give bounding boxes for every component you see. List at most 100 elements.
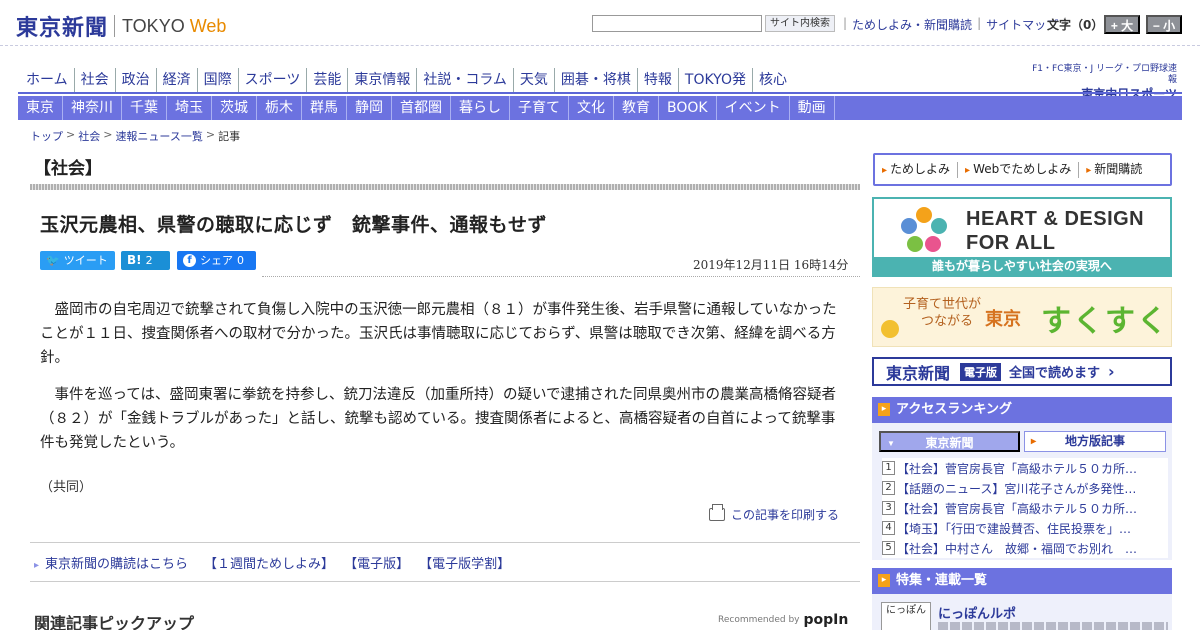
logo-divider [114,15,116,37]
chunichi-sports-banner[interactable]: F1・FC東京・J リーグ・プロ野球速報 東京中日スポーツ [1025,64,1177,101]
region-ibaraki[interactable]: 茨城 [212,96,257,120]
region-shizuoka[interactable]: 静岡 [347,96,392,120]
ranking-item[interactable]: 1 【社会】菅官房長官「高級ホテル５０カ所… [882,458,1168,478]
related-articles-title: 関連記事ピックアップ [34,614,195,630]
rank-title: 【社会】菅官房長官「高級ホテル５０カ所… [897,501,1138,516]
tokyo-sukusuku-banner[interactable]: 子育て世代が つながる 東京 すくすく [872,287,1172,347]
digital-edition-link[interactable]: 【電子版】 [344,553,409,572]
print-label: この記事を印刷する [731,508,840,522]
nav-economy[interactable]: 経済 [157,68,198,92]
region-saitama[interactable]: 埼玉 [167,96,212,120]
trial-subscribe-link[interactable]: ためしよみ・新聞購読 [852,16,972,33]
nav-weather[interactable]: 天気 [514,68,555,92]
breadcrumb-top[interactable]: トップ [30,128,63,144]
breadcrumb-current: 記事 [218,130,241,143]
nav-sports[interactable]: スポーツ [239,68,308,92]
heart-title-line1: HEART & DESIGN [966,208,1145,230]
nav-editorial[interactable]: 社説・コラム [417,68,514,92]
feature-thumbnail[interactable]: にっぽん [881,602,931,630]
region-tochigi[interactable]: 栃木 [257,96,302,120]
one-week-trial-link[interactable]: 【１週間ためしよみ】 [204,553,334,572]
region-living[interactable]: 暮らし [451,96,510,120]
ranking-item[interactable]: 3 【社会】菅官房長官「高級ホテル５０カ所… [882,498,1168,518]
digital-edition-banner[interactable]: 東京新聞 電子版 全国で読めます › [872,357,1172,386]
breadcrumb-society[interactable]: 社会 [78,128,100,144]
ranking-item[interactable]: 2 【話題のニュース】宮川花子さんが多発性… [882,478,1168,498]
main-nav: ホーム 社会 政治 経済 国際 スポーツ 芸能 東京情報 社説・コラム 天気 囲… [18,68,793,92]
hatena-bookmark-button[interactable]: B! 2 [121,251,170,270]
nav-politics[interactable]: 政治 [116,68,157,92]
trial-read-link[interactable]: ためしよみ [875,161,959,178]
ranking-item[interactable]: 4 【埼玉】「行田で建設賛否、住民投票を」… [882,518,1168,538]
tab-tokyo-shimbun[interactable]: 東京新聞 [879,431,1020,454]
nav-home[interactable]: ホーム [18,68,75,92]
region-culture[interactable]: 文化 [569,96,614,120]
region-gunma[interactable]: 群馬 [302,96,347,120]
access-ranking-header: アクセスランキング [872,397,1172,423]
logo-japanese: 東京新聞 [16,15,109,41]
font-size-decrease-button[interactable]: − 小 [1146,15,1182,34]
region-tokyo[interactable]: 東京 [18,96,63,120]
heart-design-title: HEART & DESIGN FOR ALL [966,207,1144,255]
nav-core[interactable]: 核心 [753,68,793,92]
ranking-item[interactable]: 5 【社会】中村さん 故郷・福岡でお別れ … [882,538,1168,558]
site-search-input[interactable] [592,15,762,32]
tab-local-edition[interactable]: 地方版記事 [1024,431,1166,452]
breadcrumb-separator: > [205,128,216,141]
region-chiba[interactable]: 千葉 [122,96,167,120]
breadcrumb: トップ > 社会 > 速報ニュース一覧 > 記事 [30,128,240,144]
rank-title: 【社会】中村さん 故郷・福岡でお別れ … [897,541,1138,556]
nav-international[interactable]: 国際 [198,68,239,92]
digital-student-link[interactable]: 【電子版学割】 [419,553,510,572]
breadcrumb-separator: > [103,128,113,141]
rank-title: 【埼玉】「行田で建設賛否、住民投票を」… [897,521,1132,536]
web-trial-link[interactable]: Webでためしよみ [958,161,1080,178]
breadcrumb-separator: > [66,128,76,141]
nav-go-shogi[interactable]: 囲碁・将棋 [555,68,638,92]
nav-society[interactable]: 社会 [75,68,116,92]
logo-english: TOKYO [122,15,185,36]
nav-tokyo-hatsu[interactable]: TOKYO発 [679,68,753,92]
nav-tokyo-info[interactable]: 東京情報 [348,68,418,92]
flower-logo-icon [901,207,947,252]
feature-title[interactable]: にっぽんルポ [938,603,1016,622]
sports-banner-tagline: F1・FC東京・J リーグ・プロ野球速報 [1032,64,1177,85]
region-video[interactable]: 動画 [790,96,835,120]
region-book[interactable]: BOOK [659,96,717,120]
subscription-link[interactable]: 新聞購読 [1079,162,1149,178]
site-search-button[interactable]: サイト内検索 [765,15,835,32]
rank-number: 5 [882,541,895,555]
divider: | [977,16,982,30]
rank-number: 1 [882,461,895,475]
popin-logo: popIn [803,612,849,628]
article-paragraph: 盛岡市の自宅周辺で銃撃されて負傷し入院中の玉沢徳一郎元農相（８１）が事件発生後、… [40,302,837,366]
heart-design-banner[interactable]: HEART & DESIGN FOR ALL 誰もが暮らしやすい社会の実現へ [872,197,1172,277]
facebook-share-count: 0 [237,254,244,267]
rank-number: 2 [882,481,895,495]
font-size-increase-button[interactable]: + 大 [1104,15,1140,34]
region-kanagawa[interactable]: 神奈川 [63,96,122,120]
digital-brand: 東京新聞 [886,363,951,383]
region-nav: 東京 神奈川 千葉 埼玉 茨城 栃木 群馬 静岡 首都圏 暮らし 子育て 文化 … [18,96,1182,120]
region-education[interactable]: 教育 [614,96,659,120]
nav-special-report[interactable]: 特報 [638,68,679,92]
region-events[interactable]: イベント [717,96,790,120]
feature-subtitle-blurred [938,622,1168,630]
facebook-share-button[interactable]: f シェア 0 [177,251,256,270]
rank-title: 【話題のニュース】宮川花子さんが多発性… [897,481,1137,496]
chevron-right-icon: › [1108,362,1115,381]
region-parenting[interactable]: 子育て [510,96,569,120]
access-ranking-panel: 東京新聞 地方版記事 1 【社会】菅官房長官「高級ホテル５０カ所… 2 【話題の… [872,423,1172,560]
nav-entertainment[interactable]: 芸能 [307,68,349,92]
site-logo[interactable]: 東京新聞 TOKYO Web [16,10,226,42]
subscribe-link[interactable]: 東京新聞の購読はこちら [34,553,188,572]
tweet-button[interactable]: 🐦 ツイート [40,251,115,270]
heart-title-line2: FOR ALL [966,232,1056,254]
breadcrumb-news-list[interactable]: 速報ニュース一覧 [115,128,202,144]
recommended-by: Recommended by popIn [718,612,848,628]
printer-icon [709,504,725,521]
nav-divider [18,92,1182,94]
region-metro[interactable]: 首都圏 [392,96,451,120]
sukusuku-tokyo: 東京 [985,309,1021,330]
print-article-link[interactable]: この記事を印刷する [709,504,840,523]
